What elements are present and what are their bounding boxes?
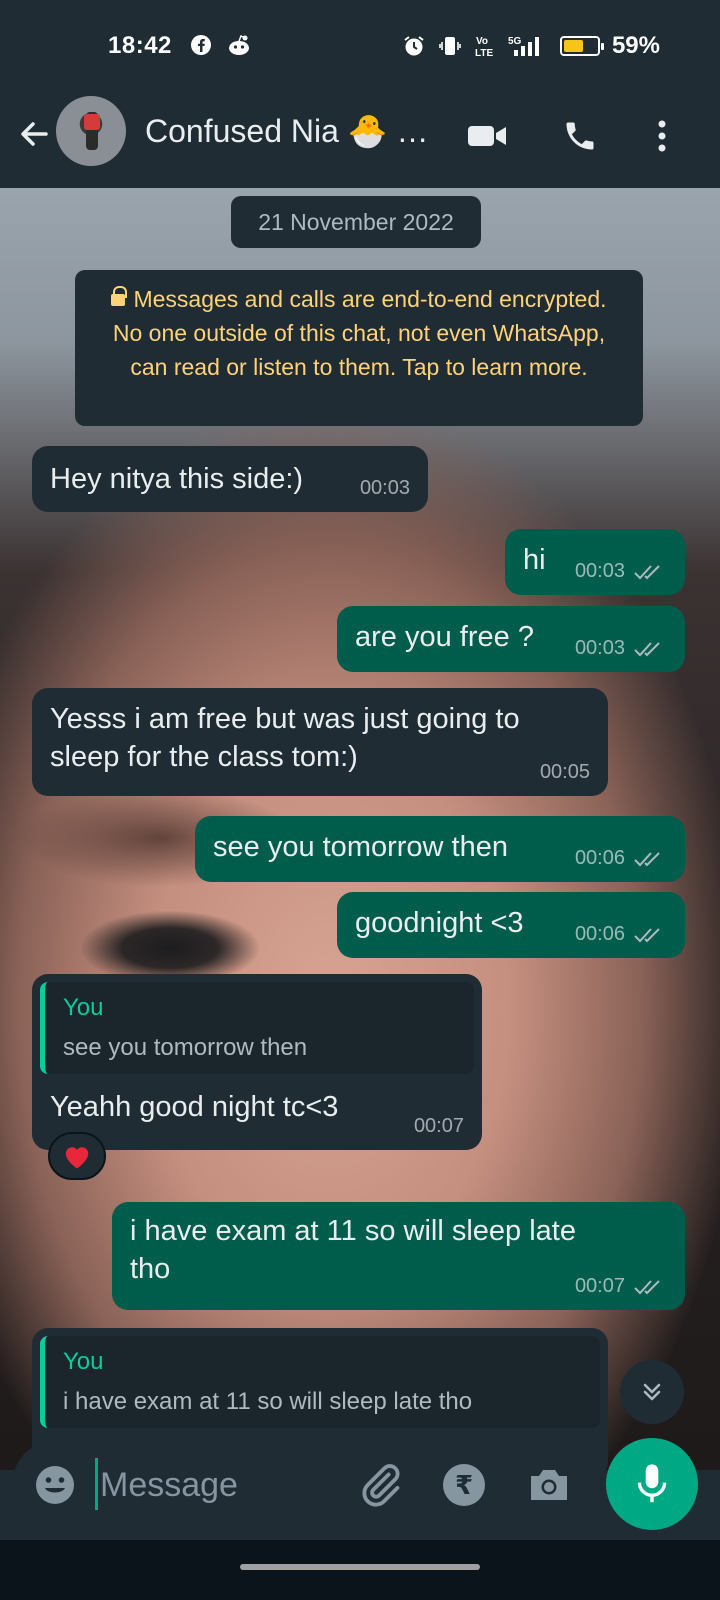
- message-bubble-outgoing[interactable]: hi 00:03: [505, 529, 685, 595]
- vibrate-icon: [439, 37, 461, 55]
- lock-icon: [111, 286, 128, 306]
- heart-icon: [65, 1147, 89, 1169]
- read-ticks-icon: [634, 641, 660, 656]
- chat-header: Confused Nia 🐣 …: [0, 92, 720, 188]
- message-bubble-incoming-reply[interactable]: You see you tomorrow then Yeahh good nig…: [32, 974, 482, 1150]
- double-chevron-down-icon: [643, 1383, 661, 1401]
- voice-call-icon[interactable]: [558, 114, 602, 158]
- message-time: 00:03: [359, 477, 410, 499]
- microphone-icon: [637, 1464, 667, 1503]
- quote-author: You: [63, 1348, 104, 1375]
- read-ticks-icon: [634, 1279, 660, 1294]
- alarm-icon: [404, 36, 424, 56]
- message-text: are you free ?: [355, 621, 534, 653]
- message-meta: 00:03: [575, 637, 667, 660]
- contact-avatar[interactable]: [56, 96, 126, 166]
- text-caret: [95, 1458, 98, 1510]
- message-bubble-outgoing[interactable]: i have exam at 11 so will sleep late tho…: [112, 1202, 685, 1310]
- system-icons: Vo LTE 5G 59%: [402, 32, 660, 60]
- message-composer: ₹: [0, 1438, 720, 1540]
- notification-icons: [190, 34, 252, 56]
- facebook-icon: [191, 35, 211, 55]
- read-ticks-icon: [634, 851, 660, 866]
- message-text-line: i have exam at 11 so will sleep late: [130, 1215, 576, 1247]
- battery-fill: [563, 40, 583, 52]
- message-text: goodnight <3: [355, 907, 524, 939]
- 5g-signal-icon: 5G: [508, 36, 539, 56]
- scroll-to-bottom-button[interactable]: [620, 1360, 684, 1424]
- quote-text: i have exam at 11 so will sleep late tho: [63, 1388, 473, 1415]
- attach-icon[interactable]: [357, 1462, 403, 1508]
- volte-icon: VoLTE: [475, 36, 493, 58]
- message-text-line: Yesss i am free but was just going to: [50, 703, 520, 735]
- chat-area[interactable]: 21 November 2022 Messages and calls are …: [0, 188, 720, 1470]
- svg-text:Vo: Vo: [476, 36, 488, 47]
- svg-text:5G: 5G: [508, 36, 522, 47]
- home-gesture-handle[interactable]: [240, 1564, 480, 1570]
- battery-icon: [559, 36, 604, 56]
- quote-text: see you tomorrow then: [63, 1034, 308, 1061]
- message-text: Yeahh good night tc<3: [50, 1091, 339, 1123]
- system-navigation-bar: [0, 1540, 720, 1600]
- microphone-button[interactable]: [606, 1438, 698, 1530]
- message-input-pill[interactable]: ₹: [12, 1440, 594, 1530]
- back-arrow-icon[interactable]: [14, 114, 54, 154]
- message-meta: 00:06: [575, 847, 667, 870]
- message-bubble-outgoing[interactable]: are you free ? 00:03: [337, 606, 685, 672]
- message-bubble-incoming[interactable]: Hey nitya this side:) 00:03: [32, 446, 428, 512]
- message-time: 00:06: [574, 847, 625, 869]
- rupee-payment-icon[interactable]: ₹: [443, 1464, 485, 1506]
- more-options-icon[interactable]: [640, 114, 684, 158]
- quoted-message[interactable]: You see you tomorrow then: [40, 982, 474, 1074]
- message-time: 00:03: [574, 637, 625, 659]
- message-bubble-incoming[interactable]: Yesss i am free but was just going to sl…: [32, 688, 608, 796]
- quote-author: You: [63, 994, 104, 1021]
- message-text-line: tho: [130, 1253, 171, 1285]
- message-text: hi: [523, 544, 546, 576]
- reddit-icon: [229, 34, 249, 55]
- message-text: see you tomorrow then: [213, 831, 508, 863]
- message-meta: 00:06: [575, 923, 667, 946]
- message-meta: 00:03: [575, 560, 667, 583]
- svg-text:LTE: LTE: [475, 48, 493, 58]
- video-call-icon[interactable]: [465, 114, 509, 158]
- message-time: 00:07: [574, 1275, 625, 1297]
- camera-icon[interactable]: [527, 1464, 571, 1506]
- reaction-badge[interactable]: [48, 1132, 106, 1180]
- message-time: 00:07: [413, 1115, 464, 1137]
- message-text: Hey nitya this side:): [50, 463, 304, 495]
- message-time: 00:05: [539, 761, 590, 783]
- battery-percent: 59%: [611, 32, 660, 59]
- contact-name[interactable]: Confused Nia 🐣 …: [145, 112, 429, 150]
- message-bubble-outgoing[interactable]: see you tomorrow then 00:06: [195, 816, 685, 882]
- message-time: 00:03: [574, 560, 625, 582]
- read-ticks-icon: [634, 564, 660, 579]
- read-ticks-icon: [634, 927, 660, 942]
- message-input[interactable]: [100, 1458, 350, 1512]
- message-text-line: sleep for the class tom:): [50, 741, 358, 773]
- date-chip: 21 November 2022: [231, 196, 481, 248]
- status-time: 18:42: [108, 32, 172, 59]
- encryption-notice-text: Messages and calls are end-to-end encryp…: [112, 286, 607, 380]
- quoted-message[interactable]: You i have exam at 11 so will sleep late…: [40, 1336, 600, 1428]
- emoji-icon[interactable]: [34, 1464, 76, 1506]
- message-meta: 00:07: [575, 1275, 667, 1298]
- message-bubble-outgoing[interactable]: goodnight <3 00:06: [337, 892, 685, 958]
- message-time: 00:06: [574, 923, 625, 945]
- encryption-notice[interactable]: Messages and calls are end-to-end encryp…: [75, 270, 643, 426]
- status-bar: 18:42 Vo LTE 5G 59%: [0, 0, 720, 92]
